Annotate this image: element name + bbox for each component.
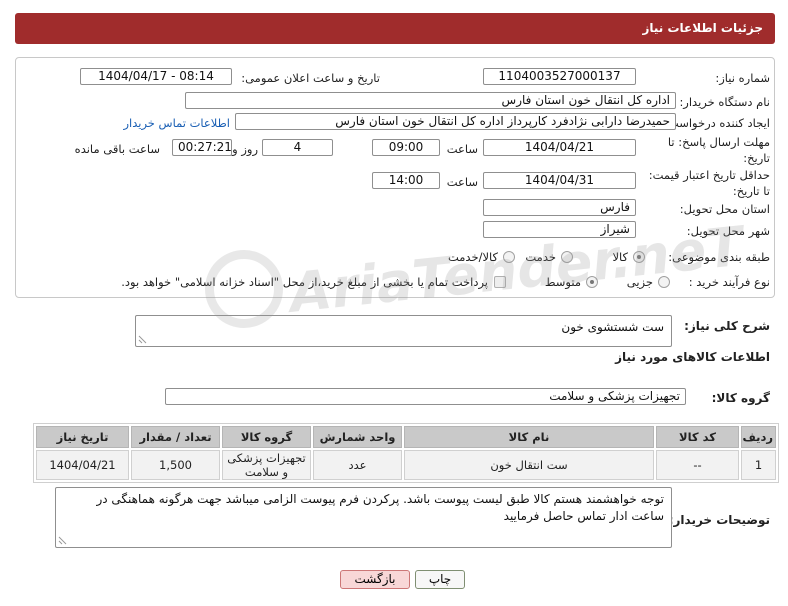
category-service-label: خدمت bbox=[525, 250, 556, 264]
column-header-item-group: گروه کالا bbox=[222, 426, 311, 448]
table-row: 1 -- ست انتقال خون عدد تجهیزات پزشکی و س… bbox=[36, 450, 776, 480]
price-validity-time-label: ساعت bbox=[446, 175, 478, 189]
category-goods-service-label: کالا/خدمت bbox=[447, 250, 498, 264]
treasury-checkbox[interactable] bbox=[494, 276, 506, 288]
column-header-unit: واحد شمارش bbox=[313, 426, 402, 448]
delivery-city-field[interactable]: شیراز bbox=[483, 221, 636, 238]
price-validity-time-field[interactable]: 14:00 bbox=[372, 172, 440, 189]
purchase-process-label: نوع فرآیند خرید : bbox=[688, 275, 770, 289]
back-button[interactable]: بازگشت bbox=[340, 570, 410, 589]
need-number-field[interactable]: 1104003527000137 bbox=[483, 68, 636, 85]
category-goods-service-radio[interactable] bbox=[503, 251, 515, 263]
page-title: جزئیات اطلاعات نیاز bbox=[642, 21, 763, 35]
goods-group-label: گروه کالا: bbox=[711, 391, 770, 405]
delivery-city-label: شهر محل تحویل: bbox=[686, 224, 770, 238]
requester-label: ایجاد کننده درخواست: bbox=[664, 116, 770, 130]
delivery-province-field[interactable]: فارس bbox=[483, 199, 636, 216]
response-deadline-label: مهلت ارسال پاسخ: تا bbox=[667, 135, 770, 149]
cell-item-name: ست انتقال خون bbox=[404, 450, 654, 480]
page-header: جزئیات اطلاعات نیاز bbox=[15, 13, 775, 44]
buyer-notes-text: توجه خواهشمند هستم کالا طبق لیست پیوست ب… bbox=[96, 492, 664, 523]
subject-category-label: طبقه بندی موضوعی: bbox=[668, 250, 770, 264]
description-textarea[interactable]: ست شستشوی خون bbox=[135, 315, 672, 347]
buyer-org-label: نام دستگاه خریدار: bbox=[679, 95, 770, 109]
requester-field[interactable]: حمیدرضا دارابی نژادفرد کارپرداز اداره کل… bbox=[235, 113, 676, 130]
buyer-org-field[interactable]: اداره کل انتقال خون استان فارس bbox=[185, 92, 676, 109]
resize-grip-icon[interactable] bbox=[138, 335, 147, 344]
response-deadline-label-line2: تاریخ: bbox=[743, 151, 770, 165]
price-validity-date-field[interactable]: 1404/04/31 bbox=[483, 172, 636, 189]
cell-need-date: 1404/04/21 bbox=[36, 450, 129, 480]
goods-table: ردیف کد کالا نام کالا واحد شمارش گروه کا… bbox=[33, 423, 779, 483]
category-goods-radio[interactable] bbox=[633, 251, 645, 263]
process-medium-label: متوسط bbox=[544, 275, 581, 289]
cell-item-code: -- bbox=[656, 450, 739, 480]
delivery-province-label: استان محل تحویل: bbox=[679, 202, 770, 216]
description-text: ست شستشوی خون bbox=[561, 320, 664, 334]
print-button[interactable]: چاپ bbox=[415, 570, 465, 589]
remaining-time-label: ساعت باقی مانده bbox=[74, 142, 160, 156]
process-minor-radio[interactable] bbox=[658, 276, 670, 288]
category-goods-label: کالا bbox=[612, 250, 628, 264]
table-header-row: ردیف کد کالا نام کالا واحد شمارش گروه کا… bbox=[36, 426, 776, 448]
category-service-radio[interactable] bbox=[561, 251, 573, 263]
remaining-days-label: روز و bbox=[232, 142, 258, 156]
buyer-notes-textarea[interactable]: توجه خواهشمند هستم کالا طبق لیست پیوست ب… bbox=[55, 487, 672, 548]
buyer-contact-link[interactable]: اطلاعات تماس خریدار bbox=[123, 115, 230, 131]
need-number-label: شماره نیاز: bbox=[715, 71, 770, 85]
announce-datetime-field[interactable]: 1404/04/17 - 08:14 bbox=[80, 68, 232, 85]
process-medium-radio[interactable] bbox=[586, 276, 598, 288]
price-validity-label-line2: تا تاریخ: bbox=[732, 184, 770, 198]
announce-datetime-label: تاریخ و ساعت اعلان عمومی: bbox=[241, 71, 380, 85]
response-deadline-time-field[interactable]: 09:00 bbox=[372, 139, 440, 156]
resize-grip-icon[interactable] bbox=[58, 536, 67, 545]
column-header-row-number: ردیف bbox=[741, 426, 776, 448]
column-header-item-name: نام کالا bbox=[404, 426, 654, 448]
goods-section-title: اطلاعات کالاهای مورد نیاز bbox=[615, 350, 770, 364]
remaining-days-field[interactable]: 4 bbox=[262, 139, 333, 156]
goods-group-field[interactable]: تجهیزات پزشکی و سلامت bbox=[165, 388, 686, 405]
column-header-quantity: تعداد / مقدار bbox=[131, 426, 220, 448]
cell-row-number: 1 bbox=[741, 450, 776, 480]
remaining-time-field[interactable]: 00:27:21 bbox=[172, 139, 232, 156]
response-deadline-date-field[interactable]: 1404/04/21 bbox=[483, 139, 636, 156]
cell-item-group: تجهیزات پزشکی و سلامت bbox=[222, 450, 311, 480]
buyer-notes-label: توضیحات خریدار: bbox=[668, 513, 770, 527]
column-header-need-date: تاریخ نیاز bbox=[36, 426, 129, 448]
treasury-checkbox-label: پرداخت تمام یا بخشی از مبلغ خرید،از محل … bbox=[121, 275, 488, 289]
column-header-item-code: کد کالا bbox=[656, 426, 739, 448]
price-validity-label: حداقل تاریخ اعتبار قیمت: bbox=[648, 168, 770, 182]
cell-quantity: 1,500 bbox=[131, 450, 220, 480]
cell-unit: عدد bbox=[313, 450, 402, 480]
process-minor-label: جزیی bbox=[626, 275, 653, 289]
description-label: شرح کلی نیاز: bbox=[684, 319, 770, 333]
response-deadline-time-label: ساعت bbox=[446, 142, 478, 156]
